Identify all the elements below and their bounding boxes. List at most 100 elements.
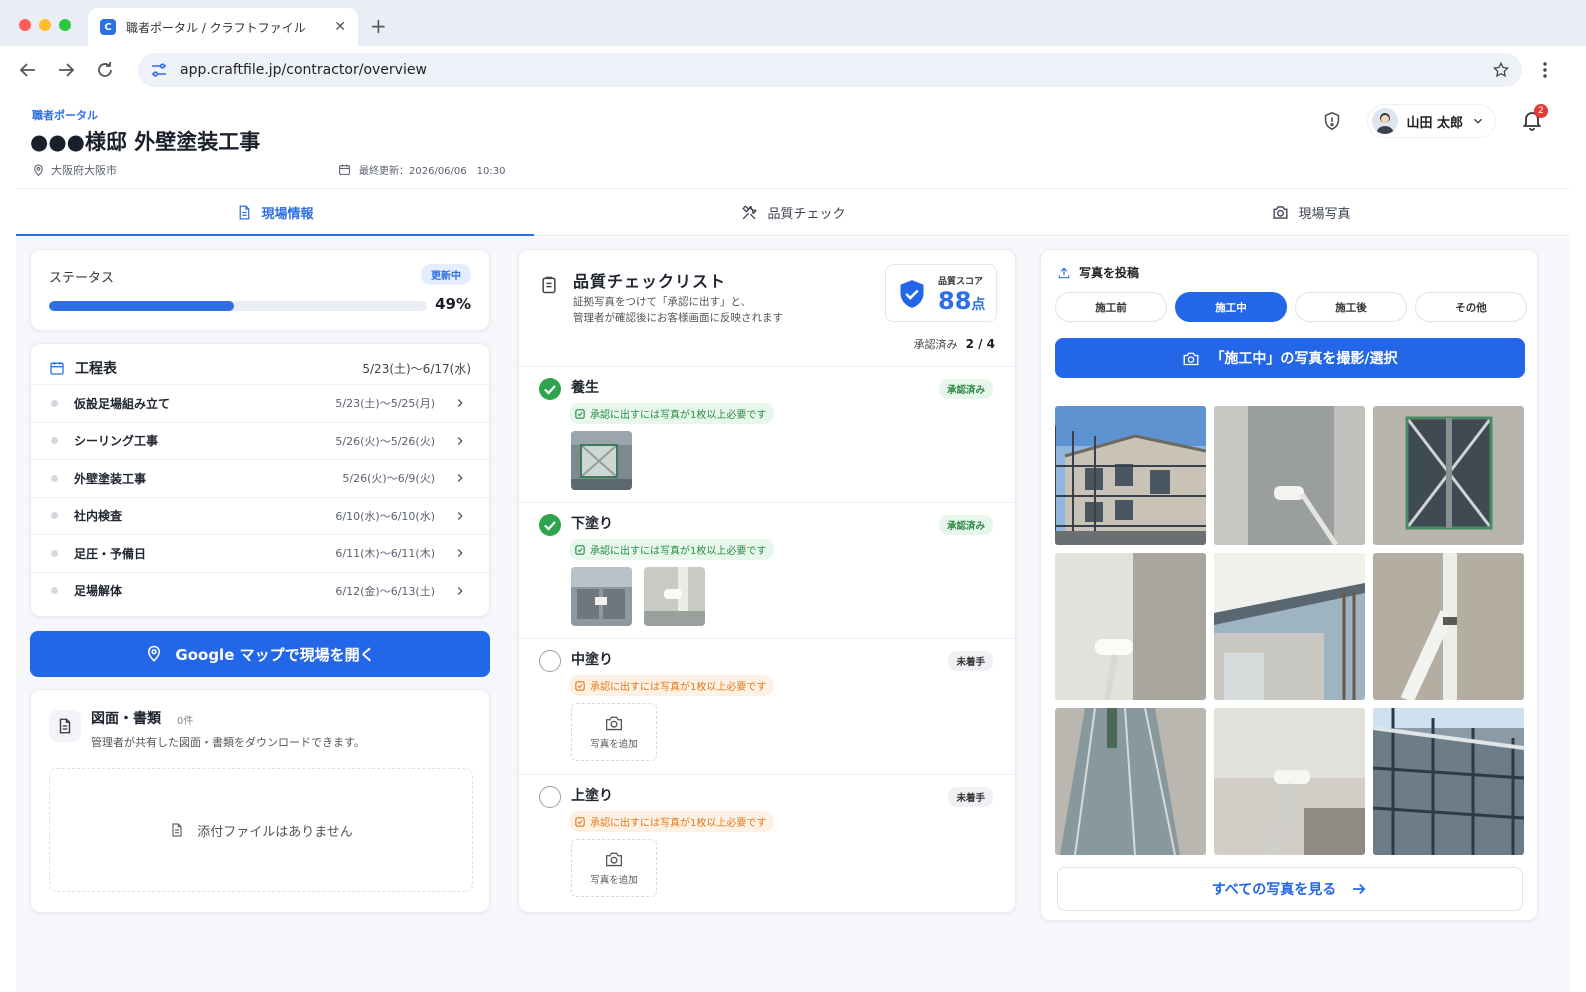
new-tab-icon[interactable]: + xyxy=(370,14,387,38)
timeline-dot xyxy=(51,549,58,557)
check-empty-icon[interactable] xyxy=(539,650,561,672)
timeline-dot xyxy=(51,587,58,595)
url-text[interactable]: app.craftfile.jp/contractor/overview xyxy=(180,62,1492,78)
add-photo-label: 写真を追加 xyxy=(590,739,638,750)
checklist-item: 上塗り 未着手 承認に出すには写真が1枚以上必要です 写真を追加 xyxy=(519,774,1015,910)
check-complete-icon[interactable] xyxy=(539,514,561,536)
site-photo[interactable] xyxy=(1373,708,1524,855)
site-photo[interactable] xyxy=(1214,406,1365,545)
photo-requirement-note: 承認に出すには写真が1枚以上必要です xyxy=(569,675,775,696)
view-all-photos-button[interactable]: すべての写真を見る xyxy=(1057,867,1523,911)
add-photo-button[interactable]: 写真を追加 xyxy=(571,839,657,897)
site-photo[interactable] xyxy=(1055,708,1206,855)
capture-button-label: 「施工中」の写真を撮影/選択 xyxy=(1210,351,1398,367)
window-maximize-button[interactable] xyxy=(59,19,71,31)
site-location: 大阪府大阪市 xyxy=(32,162,117,178)
site-settings-icon[interactable] xyxy=(150,61,168,79)
shield-check-icon xyxy=(898,279,926,309)
user-menu[interactable]: 山田 太郎 xyxy=(1367,104,1496,138)
site-photo[interactable] xyxy=(1373,553,1524,700)
approved-label: 承認済み xyxy=(913,338,958,351)
url-bar[interactable]: app.craftfile.jp/contractor/overview xyxy=(138,53,1522,87)
window-minimize-button[interactable] xyxy=(39,19,51,31)
window-close-button[interactable] xyxy=(19,19,31,31)
browser-tabstrip: C 職者ポータル / クラフトファイル ✕ + xyxy=(0,0,1586,46)
checklist-item: 中塗り 未着手 承認に出すには写真が1枚以上必要です 写真を追加 xyxy=(519,638,1015,774)
tab-quality-check[interactable]: 品質チェック xyxy=(534,189,1052,235)
evidence-photo-thumbnail[interactable] xyxy=(644,567,705,626)
quality-title: 品質チェックリスト xyxy=(573,272,727,291)
phase-option-after[interactable]: 施工後 xyxy=(1295,292,1407,322)
site-photo[interactable] xyxy=(1373,406,1524,545)
open-google-maps-button[interactable]: Google マップで現場を開く xyxy=(30,631,490,677)
schedule-item-name: 足場解体 xyxy=(74,584,123,599)
schedule-item[interactable]: 足場解体 6/12(金)〜6/13(土) xyxy=(31,571,489,610)
checklist-item-name: 下塗り xyxy=(571,516,613,532)
schedule-item[interactable]: 仮設足場組み立て 5/23(土)〜5/25(月) xyxy=(31,384,489,422)
photo-requirement-note: 承認に出すには写真が1枚以上必要です xyxy=(569,811,775,832)
schedule-item-name: 外壁塗装工事 xyxy=(74,471,147,486)
add-photo-label: 写真を追加 xyxy=(590,875,638,886)
notifications-button[interactable]: 2 xyxy=(1520,104,1548,134)
capture-photo-button[interactable]: 「施工中」の写真を撮影/選択 xyxy=(1055,338,1525,378)
site-photo[interactable] xyxy=(1214,553,1365,700)
site-photo[interactable] xyxy=(1055,406,1206,545)
tab-close-icon[interactable]: ✕ xyxy=(334,19,346,35)
timeline-dot xyxy=(51,512,58,520)
schedule-item-name: シーリング工事 xyxy=(74,434,159,449)
browser-menu-icon[interactable] xyxy=(1534,58,1556,82)
avatar xyxy=(1372,108,1399,134)
site-photo[interactable] xyxy=(1055,553,1206,700)
progress-bar xyxy=(49,301,427,311)
score-value: 88点 xyxy=(938,287,985,315)
content-area: ステータス 更新中 49% 工程表 5/23(土)〜6/17(水) 仮設足場組み… xyxy=(16,237,1570,992)
phase-option-during[interactable]: 施工中 xyxy=(1175,292,1287,322)
phase-selector: 施工前 施工中 施工後 その他 xyxy=(1055,292,1527,322)
tab-site-photos[interactable]: 現場写真 xyxy=(1052,189,1570,235)
phase-option-other[interactable]: その他 xyxy=(1415,292,1527,322)
chevron-right-icon xyxy=(457,586,463,595)
chevron-right-icon xyxy=(457,474,463,483)
schedule-item[interactable]: 足圧・予備日 6/11(木)〜6/11(木) xyxy=(31,534,489,572)
reload-icon[interactable] xyxy=(93,58,117,82)
tab-site-info[interactable]: 現場情報 xyxy=(16,189,534,236)
browser-chrome: C 職者ポータル / クラフトファイル ✕ + app.craftfile.jp… xyxy=(0,0,1586,94)
app-root: 職者ポータル ●●●様邸 外壁塗装工事 大阪府大阪市 最終更新：2026/06/… xyxy=(0,94,1586,992)
forward-arrow-icon[interactable] xyxy=(54,58,78,82)
schedule-item[interactable]: 外壁塗装工事 5/26(火)〜6/9(火) xyxy=(31,459,489,497)
progress-percent: 49% xyxy=(435,295,471,313)
phase-option-before[interactable]: 施工前 xyxy=(1055,292,1167,322)
check-complete-icon[interactable] xyxy=(539,378,561,400)
documents-count: 0件 xyxy=(177,716,194,727)
check-empty-icon[interactable] xyxy=(539,786,561,808)
item-status-badge: 承認済み xyxy=(938,379,993,399)
bookmark-star-icon[interactable] xyxy=(1492,61,1510,79)
tab-label: 現場写真 xyxy=(1298,206,1351,222)
status-card: ステータス 更新中 49% xyxy=(30,249,490,331)
browser-tab[interactable]: C 職者ポータル / クラフトファイル ✕ xyxy=(88,8,358,46)
evidence-photo-thumbnail[interactable] xyxy=(571,431,632,490)
add-photo-button[interactable]: 写真を追加 xyxy=(571,703,657,761)
tools-icon xyxy=(742,204,758,219)
back-arrow-icon[interactable] xyxy=(16,58,40,82)
location-pin-icon xyxy=(34,164,43,176)
help-icon[interactable] xyxy=(1321,110,1343,132)
schedule-item[interactable]: シーリング工事 5/26(火)〜5/26(火) xyxy=(31,421,489,460)
arrow-right-icon xyxy=(1353,883,1366,895)
quality-description-line: 管理者が確認後にお客様画面に反映されます xyxy=(573,312,783,324)
score-number: 88 xyxy=(938,287,972,315)
approved-summary: 承認済み 2 / 4 xyxy=(914,336,995,352)
document-icon xyxy=(49,710,81,742)
chevron-right-icon xyxy=(457,549,463,558)
requirement-text: 承認に出すには写真が1枚以上必要です xyxy=(590,818,767,829)
schedule-item[interactable]: 社内検査 6/10(水)〜6/10(水) xyxy=(31,496,489,535)
timeline-dot xyxy=(51,474,58,482)
requirement-text: 承認に出すには写真が1枚以上必要です xyxy=(590,546,767,557)
site-photo[interactable] xyxy=(1214,708,1365,855)
camera-icon xyxy=(1184,352,1199,365)
checkbox-icon xyxy=(575,408,585,419)
schedule-header: 工程表 5/23(土)〜6/17(水) xyxy=(49,358,471,378)
schedule-item-dates: 6/10(水)〜6/10(水) xyxy=(335,509,435,523)
evidence-photo-thumbnail[interactable] xyxy=(571,567,632,626)
schedule-card: 工程表 5/23(土)〜6/17(水) 仮設足場組み立て 5/23(土)〜5/2… xyxy=(30,343,490,617)
